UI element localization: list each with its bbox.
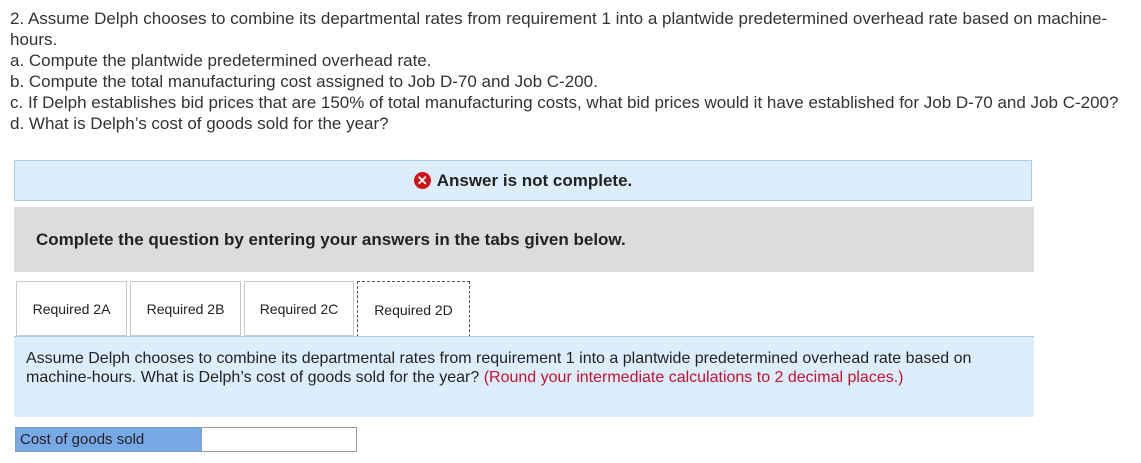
instruction-text: Complete the question by entering your a…: [36, 229, 626, 249]
tab-required-2a[interactable]: Required 2A: [16, 281, 127, 336]
question-line: b. Compute the total manufacturing cost …: [10, 72, 598, 91]
x-circle-icon: ✕: [413, 172, 431, 189]
requirement-panel: Assume Delph chooses to combine its depa…: [14, 337, 1034, 417]
question-text: 2. Assume Delph chooses to combine its d…: [10, 8, 1135, 134]
answer-status-text: Answer is not complete.: [436, 170, 633, 190]
answer-row: Cost of goods sold: [15, 427, 357, 452]
instruction-bar: Complete the question by entering your a…: [14, 207, 1034, 272]
cost-of-goods-sold-input[interactable]: [202, 427, 357, 452]
tab-label: Required 2B: [146, 300, 225, 317]
question-line: d. What is Delph’s cost of goods sold fo…: [10, 114, 389, 133]
question-line: 2. Assume Delph chooses to combine its d…: [10, 9, 1108, 49]
tab-label: Required 2C: [259, 300, 339, 317]
tab-required-2b[interactable]: Required 2B: [130, 281, 241, 336]
cost-of-goods-sold-label: Cost of goods sold: [15, 427, 202, 452]
rounding-note: (Round your intermediate calculations to…: [483, 369, 904, 386]
tab-required-2c[interactable]: Required 2C: [244, 281, 354, 336]
answer-status-banner: ✕ Answer is not complete.: [14, 160, 1032, 201]
question-line: a. Compute the plantwide predetermined o…: [10, 51, 432, 70]
tab-label: Required 2D: [374, 301, 453, 318]
tab-label: Required 2A: [32, 300, 111, 317]
question-line: c. If Delph establishes bid prices that …: [10, 93, 1119, 112]
tab-required-2d[interactable]: Required 2D: [357, 281, 470, 337]
